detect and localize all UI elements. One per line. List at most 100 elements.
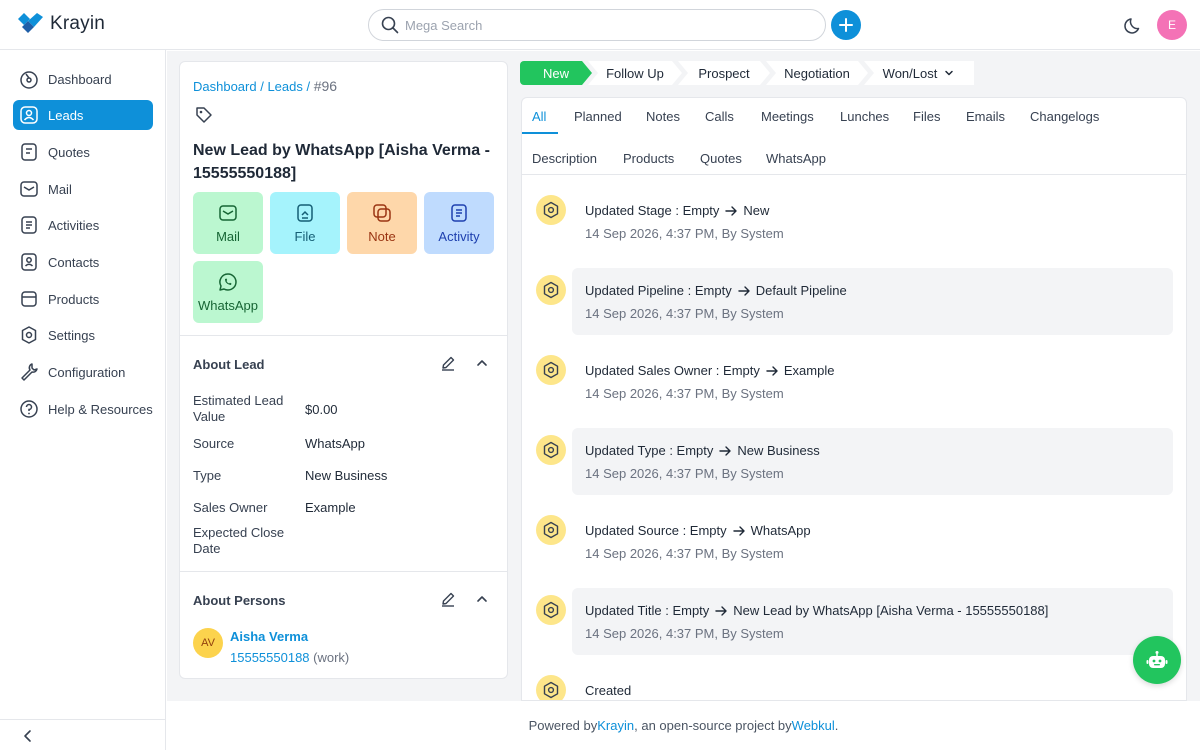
- tab-description[interactable]: Description: [532, 151, 597, 166]
- dark-mode-toggle[interactable]: [1123, 14, 1145, 36]
- activity-icon: [451, 203, 467, 222]
- sidebar-item-mail[interactable]: Mail: [13, 174, 153, 204]
- activity-row: Updated Type : Empty New Business 14 Sep…: [536, 428, 1173, 495]
- sidebar-item-dashboard[interactable]: Dashboard: [13, 64, 153, 94]
- tab-quotes[interactable]: Quotes: [700, 151, 742, 166]
- chevron-left-icon[interactable]: [20, 728, 36, 744]
- activity-action-button[interactable]: Activity: [424, 192, 494, 254]
- activity-row: Updated Stage : Empty New 14 Sep 2026, 4…: [536, 188, 1173, 255]
- krayin-link[interactable]: Krayin: [597, 718, 634, 733]
- tab-whatsapp[interactable]: WhatsApp: [766, 151, 826, 166]
- sidebar-item-label: Mail: [48, 181, 72, 197]
- mega-search[interactable]: [368, 9, 826, 41]
- sidebar-item-label: Settings: [48, 327, 95, 343]
- person-phone-number[interactable]: 15555550188: [230, 650, 310, 665]
- activity-new-value: Default Pipeline: [755, 283, 847, 298]
- help-icon: [20, 400, 38, 418]
- stage-negotiation[interactable]: Negotiation: [766, 61, 868, 85]
- activity-new-value: New Lead by WhatsApp [Aisha Verma - 1555…: [733, 603, 1049, 618]
- footer-middle: , an open-source project by: [634, 718, 792, 733]
- webkul-link[interactable]: Webkul: [792, 718, 835, 733]
- activity-row: Updated Title : Empty New Lead by WhatsA…: [536, 588, 1173, 655]
- tabs-divider: [522, 174, 1186, 175]
- tab-products[interactable]: Products: [623, 151, 674, 166]
- arrow-right-icon: [766, 365, 778, 376]
- tab-lunches[interactable]: Lunches: [840, 109, 889, 124]
- plus-icon: [839, 18, 853, 32]
- breadcrumb-separator: /: [302, 79, 314, 94]
- breadcrumb-dashboard[interactable]: Dashboard: [193, 79, 257, 94]
- sidebar-item-products[interactable]: Products: [13, 284, 153, 314]
- tab-planned[interactable]: Planned: [574, 109, 622, 124]
- tab-calls[interactable]: Calls: [705, 109, 734, 124]
- field-label: Estimated Lead Value: [193, 393, 284, 424]
- stage-won-lost[interactable]: Won/Lost: [864, 61, 974, 85]
- stage-new[interactable]: New: [520, 61, 592, 85]
- activity-action-label: Activity: [438, 228, 480, 244]
- activity-icon-circle: [536, 435, 566, 465]
- person-phone: 15555550188 (work): [230, 650, 349, 665]
- activity-change: Updated Type : Empty: [585, 443, 714, 458]
- sidebar-item-quotes[interactable]: Quotes: [13, 137, 153, 167]
- tab-files[interactable]: Files: [913, 109, 940, 124]
- edit-icon[interactable]: [440, 591, 456, 607]
- tab-notes[interactable]: Notes: [646, 109, 680, 124]
- about-persons-title: About Persons: [193, 593, 286, 608]
- chevron-up-icon[interactable]: [474, 591, 490, 607]
- products-icon: [21, 291, 37, 307]
- edit-icon[interactable]: [440, 355, 456, 371]
- person-phone-type: (work): [313, 650, 350, 665]
- activity-new-value: WhatsApp: [750, 523, 811, 538]
- activity-new-value: New: [743, 203, 770, 218]
- quick-add-button[interactable]: [831, 10, 861, 40]
- sidebar-item-settings[interactable]: Settings: [13, 320, 153, 350]
- activity-icon-circle: [536, 355, 566, 385]
- sidebar-item-activities[interactable]: Activities: [13, 210, 153, 240]
- whatsapp-action-button[interactable]: WhatsApp: [193, 261, 263, 323]
- person-name-link[interactable]: Aisha Verma: [230, 629, 308, 644]
- file-action-button[interactable]: File: [270, 192, 340, 254]
- tab-emails[interactable]: Emails: [966, 109, 1005, 124]
- activity-title: Created: [585, 683, 631, 698]
- breadcrumb-leads[interactable]: Leads: [267, 79, 302, 94]
- active-tab-indicator: [522, 132, 558, 134]
- sidebar-item-help[interactable]: Help & Resources: [13, 394, 153, 424]
- sidebar-item-label: Dashboard: [48, 71, 112, 87]
- activity-row: Updated Sales Owner : Empty Example 14 S…: [536, 348, 1173, 415]
- sidebar-item-contacts[interactable]: Contacts: [13, 247, 153, 277]
- activity-change: Updated Sales Owner : Empty: [585, 363, 760, 378]
- activity-meta: 14 Sep 2026, 4:37 PM, By System: [585, 626, 784, 641]
- footer: Powered by Krayin, an open-source projec…: [167, 701, 1200, 750]
- tab-meetings[interactable]: Meetings: [761, 109, 814, 124]
- note-action-button[interactable]: Note: [347, 192, 417, 254]
- sidebar-item-label: Leads: [48, 107, 84, 123]
- sidebar-item-label: Products: [48, 291, 100, 307]
- stage-prospect[interactable]: Prospect: [678, 61, 770, 85]
- stage-follow-up[interactable]: Follow Up: [588, 61, 682, 85]
- logo[interactable]: Krayin: [16, 13, 105, 35]
- mail-icon: [219, 204, 237, 221]
- user-avatar[interactable]: E: [1157, 10, 1187, 40]
- chevron-up-icon[interactable]: [474, 355, 490, 371]
- sidebar-item-configuration[interactable]: Configuration: [13, 357, 153, 387]
- stage-label: New: [542, 65, 569, 81]
- app-name: Krayin: [50, 13, 106, 34]
- chatbot-button[interactable]: [1133, 636, 1181, 684]
- activity-icon-circle: [536, 195, 566, 225]
- tag-icon[interactable]: [195, 106, 213, 124]
- activity-new-value: Example: [783, 363, 835, 378]
- about-lead-title: About Lead: [193, 357, 265, 372]
- activity-title: Updated Sales Owner : Empty Example: [585, 363, 834, 378]
- search-input[interactable]: [405, 17, 805, 33]
- activity-title: Updated Title : Empty New Lead by WhatsA…: [585, 603, 1048, 618]
- gear-icon: [543, 361, 559, 379]
- tab-changelogs[interactable]: Changelogs: [1030, 109, 1099, 124]
- sidebar-item-leads[interactable]: Leads: [13, 100, 153, 130]
- activity-meta: 14 Sep 2026, 4:37 PM, By System: [585, 226, 784, 241]
- activities-icon: [21, 216, 37, 234]
- mail-action-button[interactable]: Mail: [193, 192, 263, 254]
- sidebar-item-label: Quotes: [48, 144, 90, 160]
- dashboard-icon: [20, 71, 38, 89]
- activity-icon-circle: [536, 595, 566, 625]
- tab-all[interactable]: All: [532, 109, 546, 124]
